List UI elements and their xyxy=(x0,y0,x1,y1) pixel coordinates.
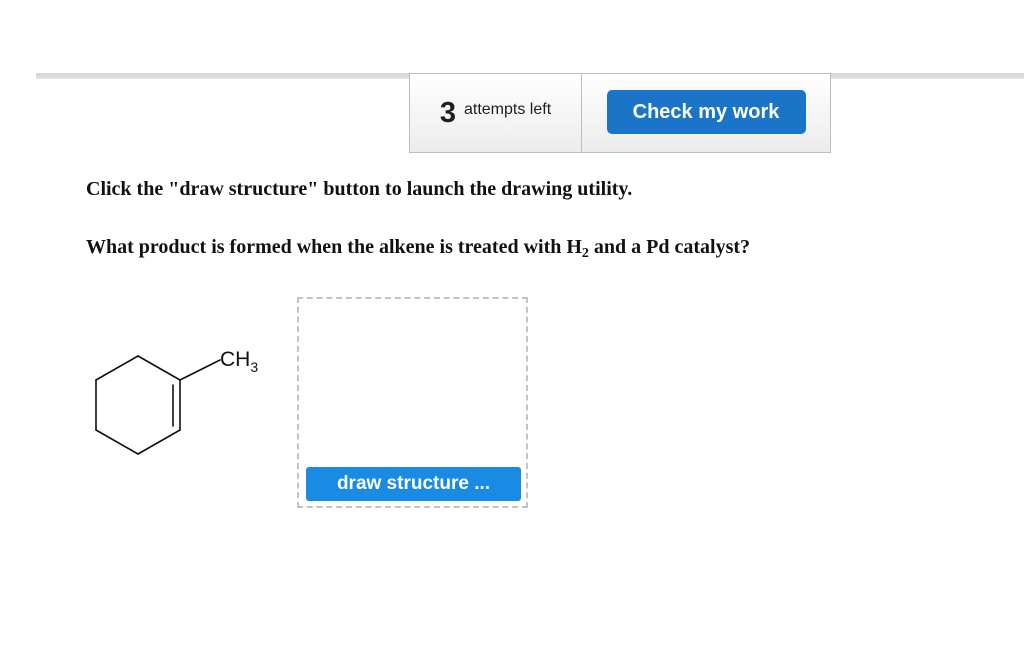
methyl-label-subscript: 3 xyxy=(250,359,258,375)
ring-bond xyxy=(137,355,181,381)
methylcyclohexene-structure: CH3 xyxy=(95,348,258,455)
ring-bond xyxy=(95,355,139,381)
question-text-start: What product is formed when the alkene i… xyxy=(86,236,582,258)
attempts-label: attempts left xyxy=(463,101,552,118)
methyl-label-main: CH xyxy=(220,348,250,371)
assignment-toolbar: 3 attempts left Check my work xyxy=(409,73,831,154)
question-text-end: and a Pd catalyst? xyxy=(588,236,751,258)
draw-structure-button[interactable]: draw structure ... xyxy=(306,467,521,501)
ring-bond xyxy=(137,429,181,455)
check-panel: Check my work xyxy=(582,73,831,153)
attempts-count: 3 xyxy=(439,96,456,129)
instruction-text: Click the "draw structure" button to lau… xyxy=(86,178,633,200)
question-subscript: 2 xyxy=(581,246,589,261)
attempts-indicator: 3 attempts left xyxy=(409,73,582,153)
ring-bond xyxy=(95,429,139,455)
methyl-label: CH3 xyxy=(220,348,258,375)
question-text: What product is formed when the alkene i… xyxy=(86,236,751,261)
check-my-work-button[interactable]: Check my work xyxy=(606,90,806,134)
methyl-bond xyxy=(179,359,221,381)
